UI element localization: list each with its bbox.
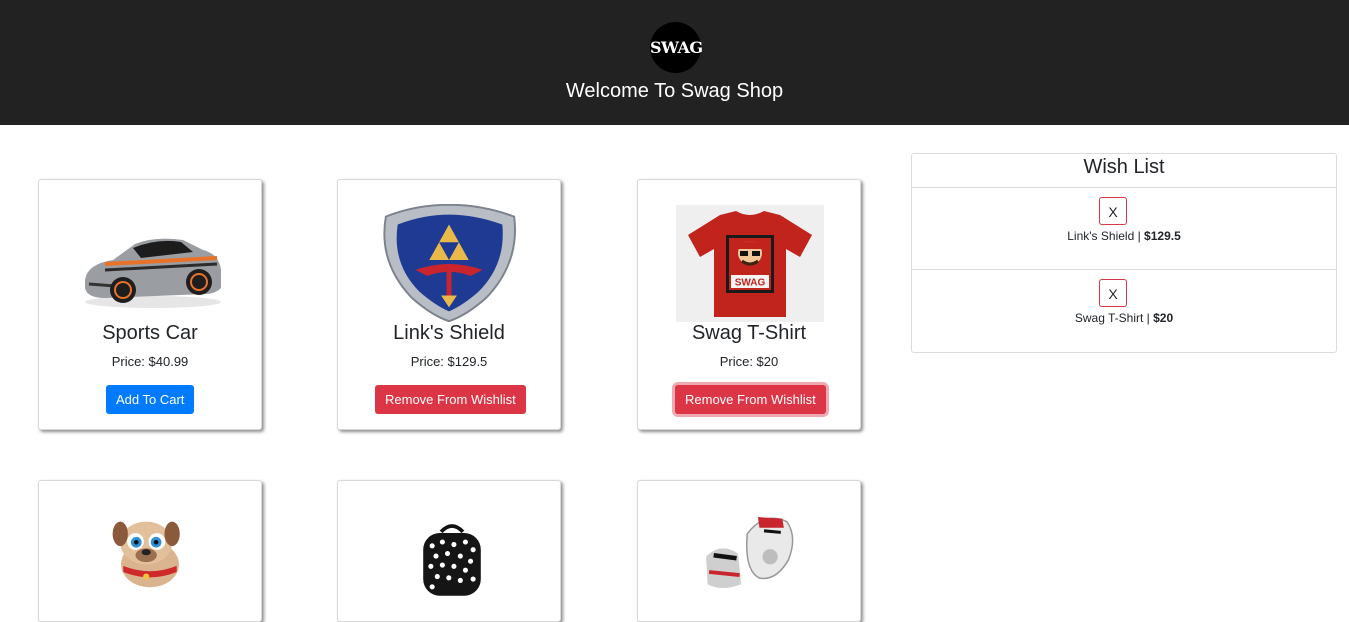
product-card: SWAG Swag T-Shirt Price: $20 Remove From… — [637, 179, 861, 430]
product-name: Swag T-Shirt — [691, 322, 807, 344]
remove-from-wishlist-button[interactable]: Remove From Wishlist — [675, 385, 826, 414]
product-price: Price: $20 — [719, 354, 779, 369]
wishlist-item-text: Link's Shield | $129.5 — [912, 229, 1336, 243]
product-name: Link's Shield — [393, 322, 505, 344]
wishlist-panel: Wish List X Link's Shield | $129.5 X Swa… — [911, 153, 1337, 353]
remove-from-wishlist-button[interactable]: Remove From Wishlist — [375, 385, 526, 414]
swag-logo[interactable]: SWAG — [650, 22, 703, 73]
sneakers-image — [706, 517, 794, 589]
product-card — [337, 480, 561, 622]
remove-item-button[interactable]: X — [1099, 279, 1127, 307]
backpack-image — [423, 524, 481, 596]
wishlist-item-name: Link's Shield — [1067, 229, 1135, 243]
product-card: Sports Car Price: $40.99 Add To Cart — [38, 179, 262, 430]
sports-car-image — [85, 238, 221, 308]
product-name: Sports Car — [102, 322, 198, 344]
wishlist-item-separator: | — [1134, 229, 1145, 243]
wishlist-item-price: $129.5 — [1144, 229, 1181, 243]
wishlist-item-name: Swag T-Shirt — [1074, 311, 1144, 325]
puppy-toy-image — [112, 521, 180, 588]
tshirt-image: SWAG — [676, 205, 824, 322]
wishlist-title: Wish List — [1083, 156, 1165, 178]
add-to-cart-button[interactable]: Add To Cart — [106, 385, 195, 414]
product-card — [38, 480, 262, 622]
product-card: Link's Shield Price: $129.5 Remove From … — [337, 179, 561, 430]
wishlist-item-separator: | — [1143, 311, 1154, 325]
remove-item-button[interactable]: X — [1099, 197, 1127, 225]
wishlist-item-price: $20 — [1153, 311, 1174, 325]
site-header: SWAG Welcome To Swag Shop — [0, 0, 1349, 125]
product-price: Price: $40.99 — [111, 354, 189, 369]
product-price: Price: $129.5 — [410, 354, 488, 369]
product-card — [637, 480, 861, 622]
wishlist-item: X Swag T-Shirt | $20 — [912, 269, 1336, 352]
page-title: Welcome To Swag Shop — [565, 80, 784, 102]
wishlist-item: X Link's Shield | $129.5 — [912, 187, 1336, 270]
wishlist-item-text: Swag T-Shirt | $20 — [912, 311, 1336, 325]
shield-image — [383, 204, 516, 322]
svg-text:SWAG: SWAG — [735, 278, 766, 289]
